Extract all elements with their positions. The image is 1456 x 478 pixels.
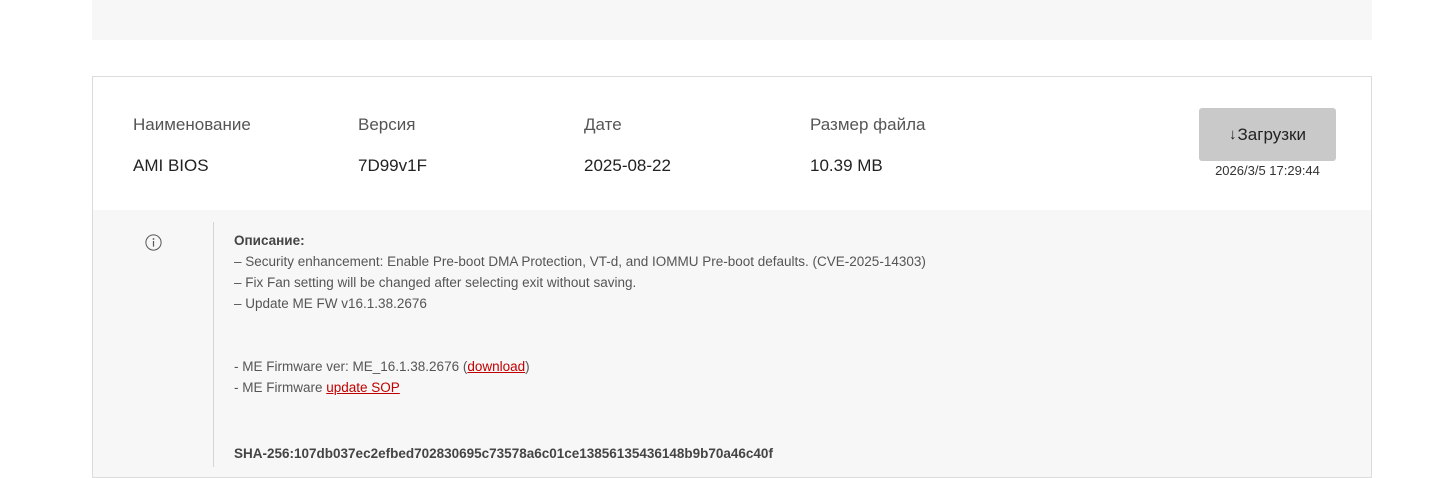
download-button-label: Загрузки: [1237, 124, 1306, 144]
download-arrow-icon: ↓: [1229, 126, 1237, 143]
top-section-background: [92, 0, 1372, 40]
me-firmware-prefix: - ME Firmware ver: ME_16.1.38.2676 (: [234, 359, 468, 374]
description-line: – Update ME FW v16.1.38.2676: [234, 296, 427, 311]
update-sop-prefix: - ME Firmware: [234, 380, 327, 395]
description-line: – Security enhancement: Enable Pre-boot …: [234, 254, 926, 269]
name-value: AMI BIOS: [133, 156, 209, 175]
download-button[interactable]: ↓ Загрузки: [1199, 108, 1336, 161]
size-column-label: Размер файла: [810, 115, 926, 134]
me-firmware-download-link[interactable]: download: [467, 359, 525, 374]
description-divider: [213, 222, 214, 467]
name-column: Наименование AMI BIOS: [133, 115, 251, 176]
name-column-label: Наименование: [133, 115, 251, 134]
sha256-checksum: SHA-256:107db037ec2efbed702830695c73578a…: [234, 446, 773, 461]
description-content: Описание: – Security enhancement: Enable…: [234, 230, 926, 464]
size-column: Размер файла 10.39 MB: [810, 115, 925, 176]
download-item-card: Наименование AMI BIOS Версия 7D99v1F Дат…: [92, 76, 1372, 478]
download-timestamp: 2026/3/5 17:29:44: [1215, 163, 1320, 178]
description-panel: Описание: – Security enhancement: Enable…: [93, 210, 1371, 477]
info-icon: [145, 234, 162, 251]
version-column-label: Версия: [358, 115, 416, 134]
item-header-row: Наименование AMI BIOS Версия 7D99v1F Дат…: [93, 77, 1371, 210]
me-firmware-line: - ME Firmware ver: ME_16.1.38.2676 (down…: [234, 356, 926, 377]
update-sop-link[interactable]: update SOP: [326, 380, 400, 395]
version-value: 7D99v1F: [358, 156, 427, 175]
update-sop-line: - ME Firmware update SOP: [234, 377, 926, 398]
date-value: 2025-08-22: [584, 156, 671, 175]
date-column: Дате 2025-08-22: [584, 115, 671, 176]
description-title: Описание:: [234, 233, 305, 248]
description-line: – Fix Fan setting will be changed after …: [234, 275, 637, 290]
date-column-label: Дате: [584, 115, 622, 134]
version-column: Версия 7D99v1F: [358, 115, 427, 176]
me-firmware-suffix: ): [525, 359, 530, 374]
size-value: 10.39 MB: [810, 156, 883, 175]
